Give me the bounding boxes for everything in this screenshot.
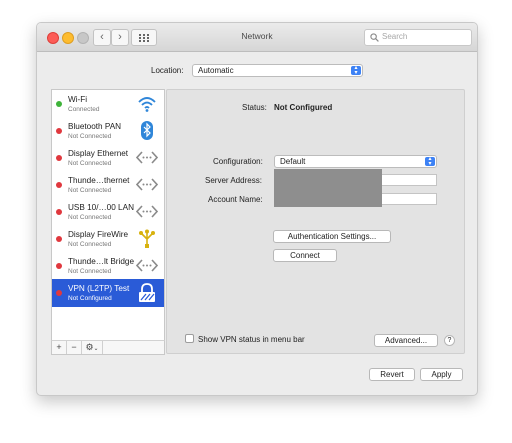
service-list: Wi-Fi Connected Bluetooth PAN Not Connec…: [51, 89, 165, 342]
network-window: ‹ › Network Search Location: Automatic ▴…: [36, 22, 478, 396]
revert-button[interactable]: Revert: [369, 368, 415, 381]
wifi-icon: [138, 97, 156, 112]
configuration-label: Configuration:: [213, 157, 263, 166]
search-field[interactable]: Search: [364, 29, 472, 46]
service-item-vpn-l2tp-test[interactable]: VPN (L2TP) Test Not Configured: [52, 279, 164, 307]
service-item-display-ethernet[interactable]: Display Ethernet Not Connected: [52, 144, 164, 171]
service-item-thunderbolt-bridge[interactable]: Thunde…lt Bridge Not Connected: [52, 252, 164, 279]
status-dot: [56, 236, 62, 242]
service-name: VPN (L2TP) Test: [68, 284, 130, 293]
title-bar: ‹ › Network Search: [37, 23, 477, 52]
service-status: Not Connected: [68, 214, 112, 221]
bluetooth-icon: [141, 121, 153, 140]
service-name: Display Ethernet: [68, 149, 129, 158]
show-vpn-status-checkbox[interactable]: [185, 334, 194, 343]
service-name: Thunde…lt Bridge: [68, 257, 134, 266]
service-status: Connected: [68, 106, 100, 113]
service-name: Bluetooth PAN: [68, 122, 122, 131]
service-name: USB 10/…00 LAN: [68, 203, 134, 212]
updown-arrows-icon: ▴ ▾: [351, 65, 361, 76]
status-dot: [56, 263, 62, 269]
status-dot: [56, 182, 62, 188]
service-name: Thunde…thernet: [68, 176, 130, 185]
status-value: Not Configured: [274, 103, 333, 112]
authentication-settings-button[interactable]: Authentication Settings...: [273, 230, 391, 243]
service-status: Not Connected: [68, 133, 112, 140]
redaction-overlay: [274, 169, 382, 207]
vpn-lock-icon: [139, 283, 155, 302]
chevron-down-icon: ⌄: [93, 346, 99, 352]
service-item-thunderbolt-ethernet[interactable]: Thunde…thernet Not Connected: [52, 171, 164, 198]
configuration-value: Default: [280, 157, 306, 166]
service-item-usb-lan[interactable]: USB 10/…00 LAN Not Connected: [52, 198, 164, 225]
service-item-display-firewire[interactable]: Display FireWire Not Connected: [52, 225, 164, 252]
status-dot: [56, 155, 62, 161]
account-name-label: Account Name:: [208, 195, 263, 204]
service-status: Not Connected: [68, 160, 112, 167]
remove-service-button[interactable]: −: [67, 341, 82, 354]
service-status: Not Connected: [68, 241, 112, 248]
advanced-button[interactable]: Advanced...: [374, 334, 438, 347]
location-label: Location:: [151, 66, 184, 75]
service-detail-pane: Status: Not Configured Configuration: De…: [166, 89, 465, 354]
service-item-bluetooth-pan[interactable]: Bluetooth PAN Not Connected: [52, 117, 164, 144]
server-address-label: Server Address:: [205, 176, 262, 185]
ethernet-icon: [136, 205, 158, 218]
search-placeholder: Search: [382, 32, 408, 41]
action-menu-button[interactable]: ⚙⌄: [82, 341, 103, 354]
ethernet-icon: [136, 151, 158, 164]
service-item-wifi[interactable]: Wi-Fi Connected: [52, 90, 164, 117]
service-status: Not Connected: [68, 268, 112, 275]
ethernet-icon: [136, 259, 158, 272]
status-dot: [56, 209, 62, 215]
help-button[interactable]: ?: [444, 335, 455, 346]
service-name: Display FireWire: [68, 230, 129, 239]
firewire-icon: [139, 229, 155, 248]
connect-button[interactable]: Connect: [273, 249, 337, 262]
configuration-popup[interactable]: Default ▴ ▾: [274, 155, 437, 168]
service-status: Not Configured: [68, 295, 112, 302]
gear-icon: ⚙: [85, 342, 94, 352]
add-service-button[interactable]: +: [52, 341, 67, 354]
service-status: Not Connected: [68, 187, 112, 194]
status-dot: [56, 290, 62, 296]
ethernet-icon: [136, 178, 158, 191]
location-value: Automatic: [198, 66, 234, 75]
service-list-toolbar: + − ⚙⌄: [51, 340, 165, 355]
status-dot: [56, 101, 62, 107]
updown-arrows-icon: ▴ ▾: [425, 156, 435, 167]
status-label: Status:: [242, 103, 267, 112]
apply-button[interactable]: Apply: [420, 368, 463, 381]
search-icon: [370, 33, 379, 42]
service-name: Wi-Fi: [68, 95, 88, 104]
location-popup[interactable]: Automatic ▴ ▾: [192, 64, 363, 77]
show-vpn-status-label: Show VPN status in menu bar: [198, 335, 305, 344]
status-dot: [56, 128, 62, 134]
